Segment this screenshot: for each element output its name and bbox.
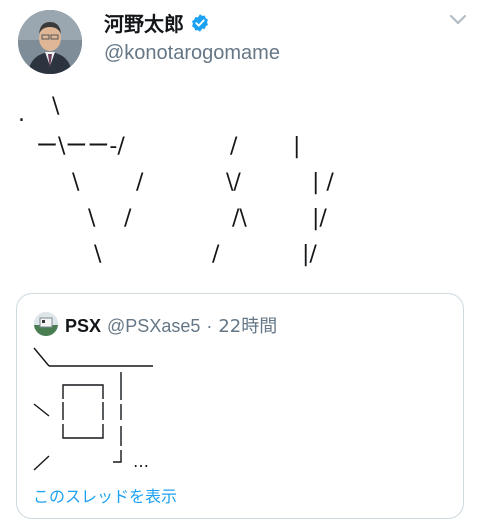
art-stroke bbox=[62, 424, 104, 439]
art-pipe-slash: |/ bbox=[312, 206, 327, 231]
quoted-header: PSX @PSXase5 · 22時間 bbox=[65, 312, 277, 338]
art-slash: / bbox=[212, 242, 220, 267]
tweet-ascii-art: . \ ー\ーー-/ / | \ / \/ | / \ / /\ |/ \ / … bbox=[0, 0, 480, 290]
art-stroke bbox=[62, 384, 104, 399]
art-pipe-slash: |/ bbox=[302, 242, 317, 267]
avatar-image bbox=[34, 312, 58, 336]
separator-dot: · bbox=[206, 316, 213, 336]
art-pipe: | bbox=[293, 134, 301, 159]
art-dash-row: ー\ーー-/ bbox=[36, 134, 125, 159]
quoted-tweet-card[interactable]: PSX @PSXase5 · 22時間 … このスレッドを表示 bbox=[16, 293, 464, 519]
truncation-ellipsis: … bbox=[133, 452, 149, 471]
art-v-join: \/ bbox=[226, 170, 241, 195]
quoted-author-handle[interactable]: @PSXase5 bbox=[107, 316, 200, 337]
quoted-author-name[interactable]: PSX bbox=[65, 316, 101, 337]
quoted-ascii-art bbox=[33, 347, 153, 471]
art-slash: / bbox=[230, 134, 238, 159]
show-thread-link[interactable]: このスレッドを表示 bbox=[33, 483, 177, 507]
art-backslash: \ bbox=[52, 94, 60, 119]
quoted-timestamp[interactable]: 22時間 bbox=[218, 312, 277, 338]
art-backslash: \ bbox=[72, 170, 80, 195]
quoted-author-avatar[interactable] bbox=[34, 312, 58, 336]
art-stroke bbox=[33, 347, 50, 367]
art-stroke bbox=[33, 455, 50, 471]
art-dot: . bbox=[18, 102, 25, 127]
art-backslash: \ bbox=[88, 206, 96, 231]
art-pipe-slash-spaced: | / bbox=[312, 170, 334, 195]
art-slash: / bbox=[124, 206, 132, 231]
art-slash: / bbox=[136, 170, 144, 195]
art-stroke bbox=[33, 403, 50, 417]
art-stroke bbox=[113, 450, 122, 463]
art-backslash: \ bbox=[94, 242, 102, 267]
art-lambda: /\ bbox=[232, 206, 247, 231]
